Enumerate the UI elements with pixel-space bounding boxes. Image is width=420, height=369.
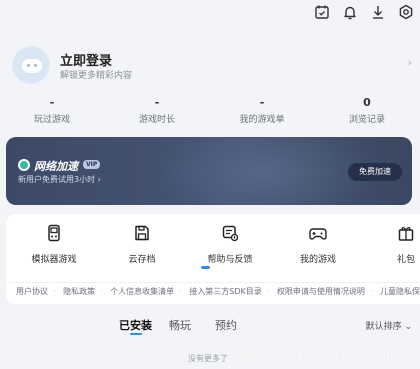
gift-icon: [397, 224, 415, 242]
bell-icon[interactable]: [342, 4, 358, 20]
calendar-check-icon[interactable]: [314, 4, 330, 20]
network-accelerator-banner[interactable]: 网络加速 VIP 新用户免费试用3小时 › 免费加速: [6, 137, 412, 205]
tool-emulator-games[interactable]: 模拟器游戏: [14, 224, 94, 265]
login-subtitle: 解锁更多精彩内容: [60, 71, 133, 81]
tool-gift-pack[interactable]: 礼包: [366, 224, 420, 265]
stat-play-time[interactable]: - 游戏时长: [107, 96, 207, 126]
login-profile-row[interactable]: 立即登录 解锁更多精彩内容 ›: [12, 46, 412, 86]
stat-value: -: [154, 96, 160, 109]
stat-label: 我的游戏单: [239, 115, 285, 125]
link-third-party-sdk[interactable]: 接入第三方SDK目录: [189, 286, 261, 297]
stat-value: -: [49, 96, 55, 109]
accelerator-title: 网络加速: [34, 160, 78, 173]
tool-label: 礼包: [396, 255, 415, 265]
tool-label: 云存档: [128, 255, 156, 265]
stat-value: -: [259, 96, 265, 109]
settings-icon[interactable]: [398, 4, 414, 20]
tab-play[interactable]: 畅玩: [169, 317, 191, 333]
login-title[interactable]: 立即登录: [60, 50, 112, 69]
tool-help-feedback[interactable]: 帮助与反馈: [190, 224, 270, 265]
stat-label: 游戏时长: [138, 115, 175, 125]
chevron-right-icon: ›: [407, 56, 412, 69]
stat-label: 玩过游戏: [33, 115, 70, 125]
avatar: [12, 46, 50, 84]
stat-browse-history[interactable]: 0 浏览记录: [317, 96, 417, 126]
free-accelerate-button[interactable]: 免费加速: [348, 163, 402, 181]
link-permission-usage[interactable]: 权限申请与使用情况说明: [277, 286, 365, 297]
tab-installed[interactable]: 已安装: [119, 317, 152, 333]
stat-played-games[interactable]: - 玩过游戏: [2, 96, 102, 126]
active-tab-underline: [130, 333, 142, 335]
legal-links-row: 用户协议 · 隐私政策 · 个人信息收集清单 · 接入第三方SDK目录 · 权限申请与使…: [6, 282, 420, 297]
vip-badge: VIP: [83, 160, 101, 169]
top-toolbar: [314, 4, 414, 20]
tool-label: 帮助与反馈: [207, 255, 253, 265]
tools-card: 模拟器游戏 云存档 帮助与反馈 我的游戏 礼包 用户协议 · 隐私政策 · 个人信息…: [6, 214, 420, 304]
page-indicator: [201, 266, 210, 269]
gamepad-icon: [309, 224, 327, 242]
link-personal-info-list[interactable]: 个人信息收集清单: [110, 286, 174, 297]
link-child-privacy[interactable]: 儿童隐私保: [380, 286, 420, 297]
link-user-agreement[interactable]: 用户协议: [16, 286, 48, 297]
avatar-face-icon: [22, 59, 42, 73]
download-icon[interactable]: [370, 4, 386, 20]
tool-cloud-save[interactable]: 云存档: [102, 224, 182, 265]
cloud-save-icon: [133, 224, 151, 242]
stat-label: 浏览记录: [348, 115, 385, 125]
stat-my-game-list[interactable]: - 我的游戏单: [212, 96, 312, 126]
link-privacy-policy[interactable]: 隐私政策: [63, 286, 95, 297]
watermark-text: www.cbish.com: [232, 347, 399, 368]
sort-dropdown[interactable]: 默认排序 ⌄: [366, 319, 412, 332]
tool-my-games[interactable]: 我的游戏: [278, 224, 358, 265]
stats-row: - 玩过游戏 - 游戏时长 - 我的游戏单 0 浏览记录: [0, 97, 420, 127]
emulator-icon: [45, 224, 63, 242]
help-feedback-icon: [221, 224, 239, 242]
accelerator-subtitle[interactable]: 新用户免费试用3小时 ›: [18, 174, 101, 185]
tool-label: 模拟器游戏: [31, 255, 77, 265]
tool-label: 我的游戏: [299, 255, 336, 265]
stat-value: 0: [363, 96, 371, 109]
empty-list-text: 没有更多了: [188, 354, 228, 363]
tab-reserve[interactable]: 预约: [215, 317, 237, 333]
accelerator-shield-icon: [18, 159, 30, 171]
